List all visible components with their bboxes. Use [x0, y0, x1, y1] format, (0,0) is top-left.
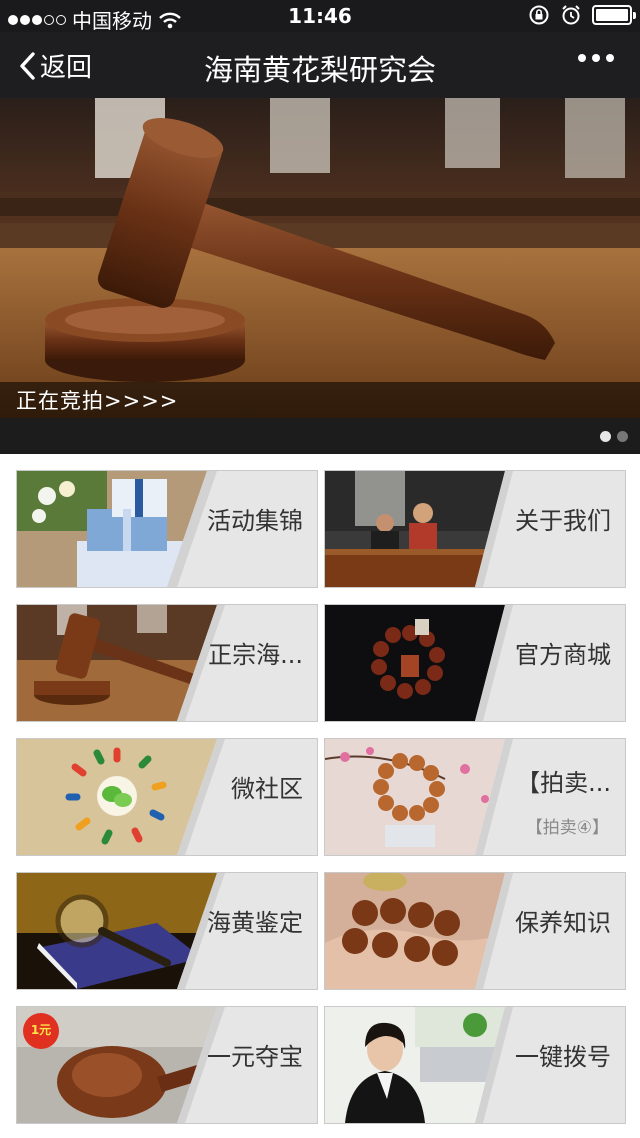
- back-label: 返回: [40, 53, 93, 83]
- alarm-icon: [562, 5, 580, 25]
- tile-official-store[interactable]: 官方商城: [324, 604, 626, 722]
- status-icons: [528, 4, 636, 26]
- banner-footer: [0, 418, 640, 454]
- page-title: 海南黄花梨研究会: [203, 53, 436, 87]
- tile-micro-community[interactable]: 微社区: [16, 738, 318, 856]
- tile-label: 【拍卖...: [516, 769, 611, 797]
- more-options-button[interactable]: [578, 54, 614, 62]
- rotation-lock-icon: [529, 5, 549, 25]
- banner-caption: 正在竞拍>>>>: [16, 389, 179, 413]
- one-yuan-badge: 1元: [30, 1023, 52, 1037]
- tile-authentic-hainan[interactable]: 正宗海...: [16, 604, 318, 722]
- banner-caption-bar: 正在竞拍>>>>: [0, 382, 640, 418]
- tile-one-yuan-treasure[interactable]: 1元 一元夺宝: [16, 1006, 318, 1124]
- battery-icon: [592, 5, 636, 25]
- tile-label: 关于我们: [515, 507, 611, 535]
- menu-grid: 活动集锦 关于我们 正宗海... 官方商城 微社区 【拍卖... 【拍卖④】 海…: [0, 454, 640, 1138]
- back-button[interactable]: 返回: [18, 47, 92, 84]
- pager-dot-1[interactable]: [600, 431, 611, 442]
- tile-label: 保养知识: [515, 909, 611, 937]
- pager-dot-2[interactable]: [617, 431, 628, 442]
- tile-activity-highlights[interactable]: 活动集锦: [16, 470, 318, 588]
- tile-appraisal[interactable]: 海黄鉴定: [16, 872, 318, 990]
- tile-about-us[interactable]: 关于我们: [324, 470, 626, 588]
- navigation-bar: 返回 海南黄花梨研究会: [0, 32, 640, 98]
- tile-label: 活动集锦: [207, 507, 303, 535]
- tile-label: 正宗海...: [208, 641, 303, 669]
- tile-maintenance-tips[interactable]: 保养知识: [324, 872, 626, 990]
- carousel-pager[interactable]: [600, 431, 628, 442]
- status-bar: 中国移动 11:46: [0, 0, 640, 33]
- tile-label: 一元夺宝: [207, 1043, 303, 1071]
- tile-sublabel: 【拍卖④】: [525, 818, 609, 838]
- gavel-banner-image: [0, 98, 640, 418]
- tile-label: 一键拨号: [515, 1043, 611, 1071]
- tile-one-click-call[interactable]: 一键拨号: [324, 1006, 626, 1124]
- auction-banner[interactable]: 正在竞拍>>>>: [0, 98, 640, 454]
- tile-auction[interactable]: 【拍卖... 【拍卖④】: [324, 738, 626, 856]
- tile-label: 官方商城: [515, 641, 611, 669]
- tile-label: 海黄鉴定: [207, 909, 303, 937]
- chevron-left-icon: [20, 51, 35, 80]
- tile-label: 微社区: [231, 775, 303, 803]
